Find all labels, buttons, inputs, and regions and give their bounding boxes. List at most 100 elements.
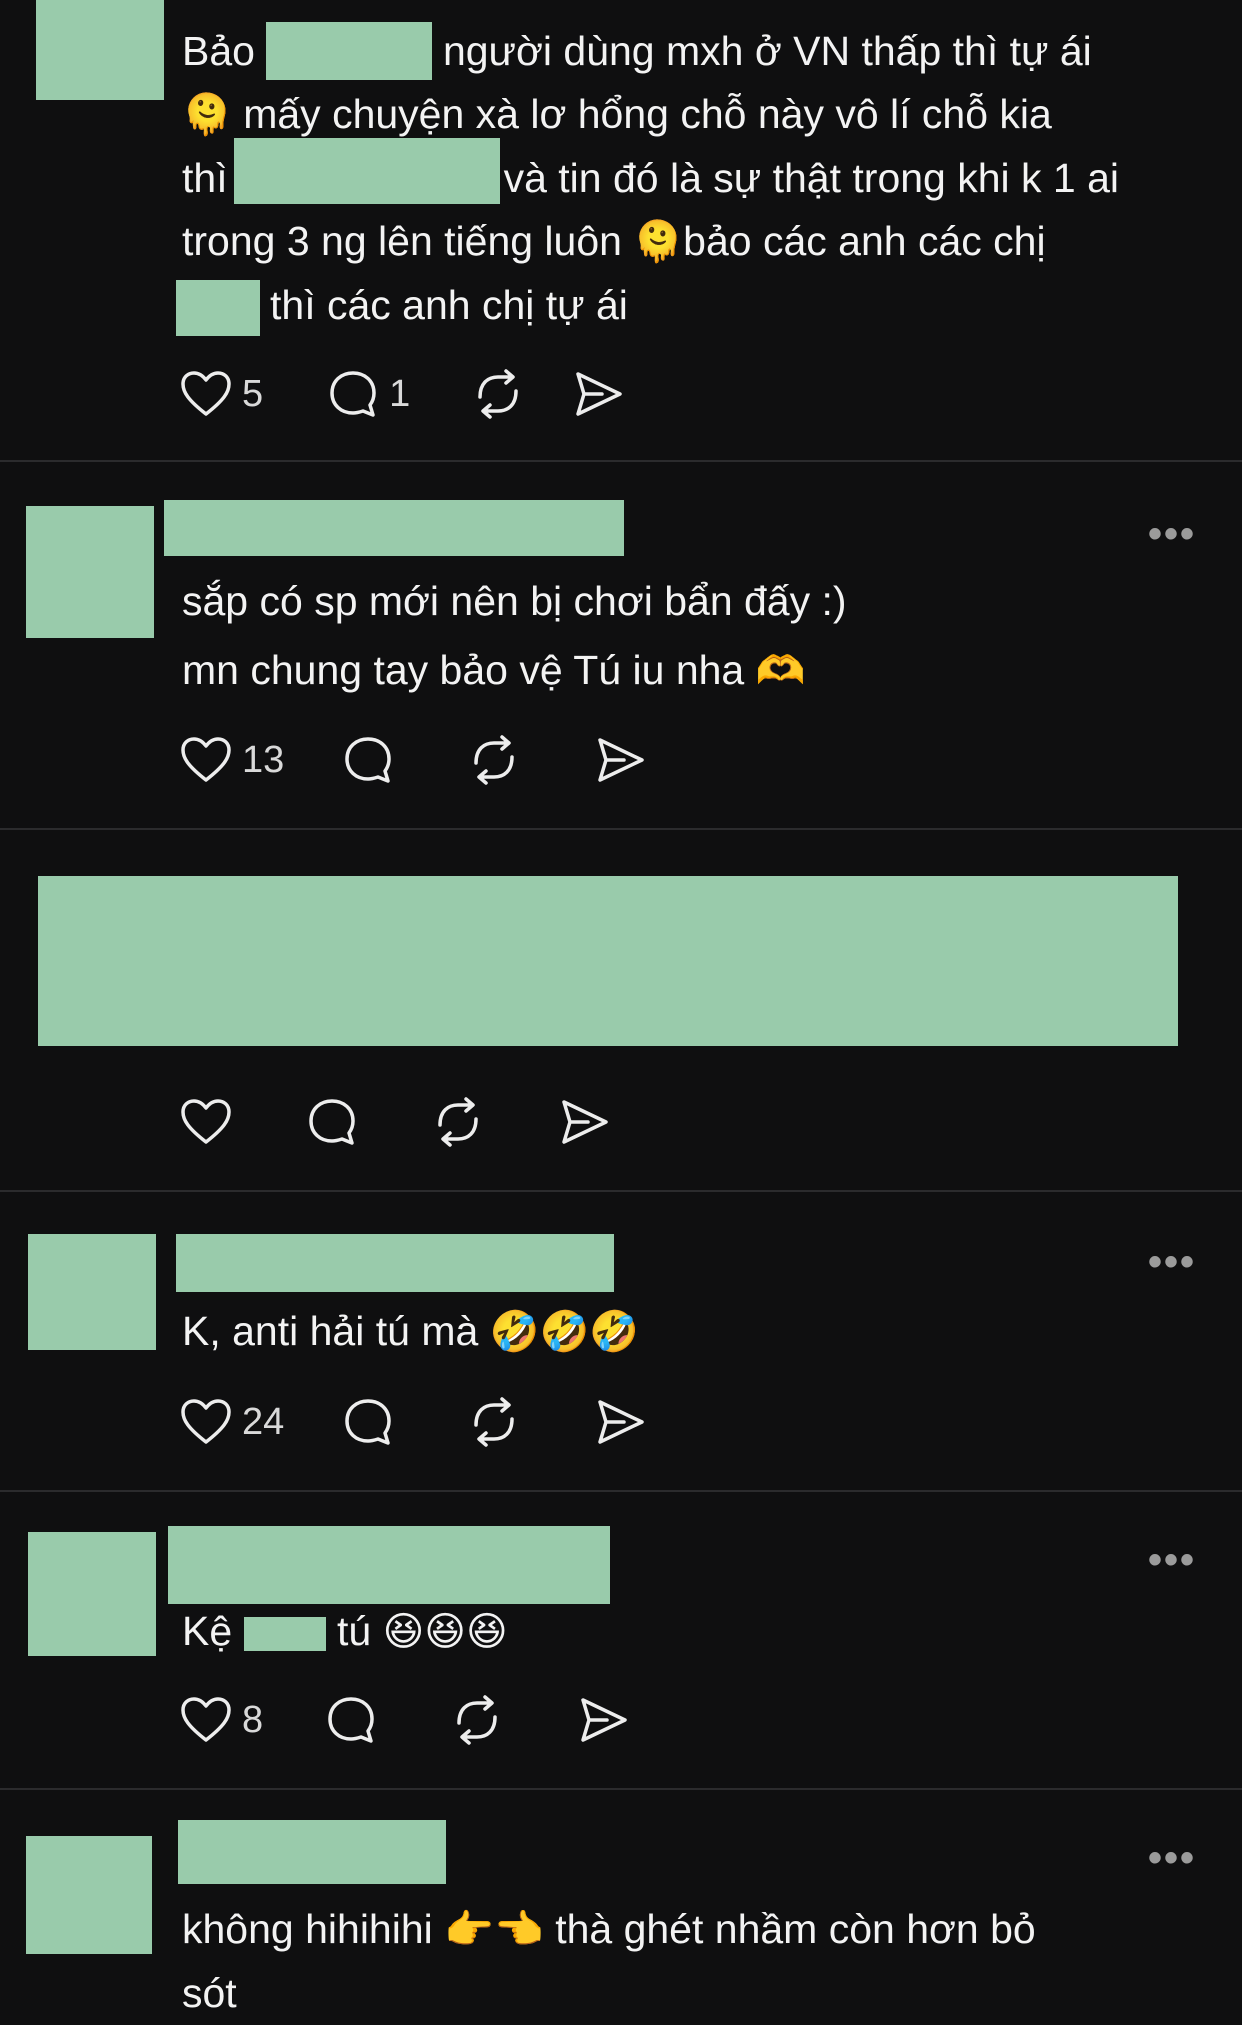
divider bbox=[0, 460, 1242, 462]
comment-button[interactable] bbox=[342, 735, 394, 785]
like-count: 24 bbox=[242, 1400, 285, 1443]
repost-button[interactable] bbox=[468, 735, 520, 785]
share-button[interactable] bbox=[572, 369, 624, 419]
share-icon bbox=[572, 369, 624, 419]
avatar-redacted bbox=[28, 1234, 156, 1350]
text-run: K, anti hải tú mà bbox=[182, 1308, 479, 1354]
reply-count: 1 bbox=[389, 372, 411, 415]
text-run: Kệ bbox=[182, 1608, 233, 1654]
text-line: sắp có sp mới nên bị chơi bẩn đấy :) bbox=[182, 578, 847, 624]
heart-hands-emoji: 🫶 bbox=[755, 648, 806, 694]
post-text: Bảo người dùng mxh ở VN thấp thì tự ái 🫠 … bbox=[182, 20, 1212, 337]
grin-squint-emoji: 😆 bbox=[382, 1609, 425, 1655]
share-icon bbox=[594, 1397, 646, 1447]
text-run: Bảo bbox=[182, 28, 255, 74]
username-redacted bbox=[164, 500, 624, 556]
post-actions: 8 bbox=[180, 1690, 629, 1750]
text-run: trong 3 ng lên tiếng luôn bbox=[182, 218, 622, 264]
heart-icon bbox=[180, 370, 232, 418]
post-text: không hihihihi 👉👈 thà ghét nhầm còn hơn … bbox=[182, 1898, 1212, 2025]
rofl-emoji: 🤣 bbox=[539, 1309, 590, 1355]
like-button[interactable]: 8 bbox=[180, 1696, 263, 1744]
comment-button[interactable] bbox=[306, 1097, 358, 1147]
share-button[interactable] bbox=[558, 1097, 610, 1147]
heart-icon bbox=[180, 736, 232, 784]
repost-button[interactable] bbox=[472, 369, 524, 419]
post-text: sắp có sp mới nên bị chơi bẩn đấy :) mn … bbox=[182, 570, 1212, 703]
grin-squint-emoji: 😆 bbox=[424, 1609, 466, 1655]
post-content-redacted bbox=[38, 876, 1178, 1046]
rofl-emoji: 🤣 bbox=[589, 1309, 640, 1355]
more-icon[interactable]: ••• bbox=[1148, 512, 1196, 557]
comment-icon bbox=[325, 1695, 377, 1745]
text-run: người dùng mxh ở VN thấp thì tự ái bbox=[442, 28, 1092, 74]
text-run: tú bbox=[336, 1608, 372, 1654]
like-button[interactable] bbox=[180, 1098, 232, 1146]
divider bbox=[0, 1490, 1242, 1492]
more-icon[interactable]: ••• bbox=[1148, 1836, 1196, 1881]
divider bbox=[0, 1190, 1242, 1192]
avatar-redacted bbox=[36, 0, 164, 100]
comment-icon bbox=[342, 1397, 394, 1447]
like-count: 5 bbox=[242, 372, 264, 415]
heart-icon bbox=[180, 1696, 232, 1744]
comment-button[interactable]: 1 bbox=[327, 369, 410, 419]
melting-face-emoji: 🫠 bbox=[633, 219, 684, 265]
post-text: K, anti hải tú mà 🤣🤣🤣 bbox=[182, 1300, 1212, 1364]
text-run: và tin đó là sự thật trong khi k 1 ai bbox=[503, 155, 1120, 201]
username-redacted bbox=[178, 1820, 446, 1884]
point-right-emoji: 👉 bbox=[444, 1907, 494, 1953]
point-left-emoji: 👈 bbox=[493, 1907, 544, 1953]
share-icon bbox=[577, 1695, 629, 1745]
share-button[interactable] bbox=[594, 1397, 646, 1447]
like-button[interactable]: 13 bbox=[180, 736, 284, 784]
post-actions: 5 1 bbox=[180, 364, 624, 424]
share-button[interactable] bbox=[594, 735, 646, 785]
post-actions bbox=[180, 1092, 610, 1152]
share-button[interactable] bbox=[577, 1695, 629, 1745]
more-icon[interactable]: ••• bbox=[1148, 1240, 1196, 1285]
avatar-redacted bbox=[26, 506, 154, 638]
repost-icon bbox=[468, 735, 520, 785]
text-run: thì bbox=[182, 155, 228, 201]
repost-button[interactable] bbox=[451, 1695, 503, 1745]
like-button[interactable]: 24 bbox=[180, 1398, 284, 1446]
text-run: thà ghét nhầm còn hơn bỏ bbox=[555, 1906, 1036, 1952]
repost-icon bbox=[472, 369, 524, 419]
divider bbox=[0, 1788, 1242, 1790]
repost-icon bbox=[451, 1695, 503, 1745]
post-actions: 13 bbox=[180, 730, 646, 790]
text-run: mấy chuyện xà lơ hổng chỗ này vô lí chỗ … bbox=[243, 91, 1052, 137]
divider bbox=[0, 828, 1242, 830]
comment-icon bbox=[327, 369, 379, 419]
post-actions: 24 bbox=[180, 1392, 646, 1452]
text-run: mn chung tay bảo vệ Tú iu nha bbox=[182, 647, 745, 693]
like-button[interactable]: 5 bbox=[180, 370, 263, 418]
like-count: 13 bbox=[242, 738, 285, 781]
rofl-emoji: 🤣 bbox=[489, 1309, 540, 1355]
repost-icon bbox=[468, 1397, 520, 1447]
text-run: thì các anh chị tự ái bbox=[270, 282, 628, 328]
like-count: 8 bbox=[242, 1698, 264, 1741]
share-icon bbox=[594, 735, 646, 785]
post-text: Kệ tú 😆😆😆 bbox=[182, 1600, 1212, 1664]
avatar-redacted bbox=[26, 1836, 152, 1954]
repost-button[interactable] bbox=[468, 1397, 520, 1447]
heart-icon bbox=[180, 1398, 232, 1446]
melting-face-emoji: 🫠 bbox=[182, 92, 232, 138]
share-icon bbox=[558, 1097, 610, 1147]
comment-icon bbox=[306, 1097, 358, 1147]
comment-icon bbox=[342, 735, 394, 785]
repost-button[interactable] bbox=[432, 1097, 484, 1147]
more-icon[interactable]: ••• bbox=[1148, 1538, 1196, 1583]
username-redacted bbox=[168, 1526, 610, 1604]
grin-squint-emoji: 😆 bbox=[465, 1609, 508, 1655]
text-line: sót bbox=[182, 1970, 237, 2016]
text-run: bảo các anh các chị bbox=[683, 218, 1046, 264]
repost-icon bbox=[432, 1097, 484, 1147]
avatar-redacted bbox=[28, 1532, 156, 1656]
comment-button[interactable] bbox=[342, 1397, 394, 1447]
heart-icon bbox=[180, 1098, 232, 1146]
redacted-word bbox=[243, 1617, 326, 1652]
comment-button[interactable] bbox=[325, 1695, 377, 1745]
